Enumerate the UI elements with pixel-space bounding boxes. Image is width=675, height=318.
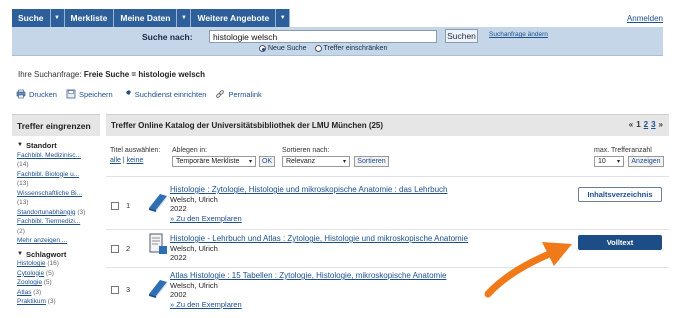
result-toolbar: Drucken Speichern Suchdienst einrichten … [16,89,262,99]
triangle-down-icon: ▼ [17,250,23,257]
sidebar-heading: Treffer eingrenzen [12,114,100,136]
table-of-contents-button[interactable]: Inhaltsverzeichnis [578,187,662,202]
facet-entry[interactable]: Praktikum (3) [17,297,95,307]
sort-button[interactable]: Sortieren [354,156,389,167]
result-checkbox[interactable] [111,286,119,294]
facet-entry[interactable]: Atlas (3) [17,288,95,298]
nav-suche[interactable]: Suche [12,9,51,27]
max-results-select[interactable]: 10 ▾ [594,156,624,167]
pager-page-2[interactable]: 2 [644,120,648,129]
search-input[interactable] [209,30,437,43]
results-panel: Treffer Online Katalog der Universitätsb… [106,114,669,318]
radio-empty-icon [314,45,322,52]
pager-prev[interactable]: « [629,120,633,129]
save-button[interactable]: Speichern [66,89,113,99]
book-icon [149,194,167,212]
radio-selected-icon [259,45,266,52]
ebook-icon [149,233,167,254]
current-query: Ihre Suchanfrage: Freie Suche = histolog… [18,70,205,79]
facet-standort[interactable]: ▼ Standort [17,141,95,151]
result-row: 3 Atlas Histologie : 15 Tabellen : Zytol… [106,267,669,309]
sort-label: Sortieren nach: [282,147,330,154]
max-results-label: max. Trefferanzahl [594,147,652,154]
facet-entry[interactable]: Wissenschaftliche Bi... [17,189,95,199]
triangle-down-icon: ▼ [17,142,23,148]
chevron-down-icon[interactable]: ▼ [276,9,291,27]
change-query-link[interactable]: Suchanfrage ändern [489,31,548,38]
chevron-down-icon: ▾ [248,159,252,165]
pagination: « 1 2 3 » [629,120,663,129]
result-checkbox[interactable] [111,202,119,210]
store-select[interactable]: Temporäre Merkliste ▾ [172,156,256,167]
query-text: Freie Suche = histologie welsch [83,70,205,79]
facet-sidebar: Treffer eingrenzen ▼ Standort Fachbibl. M… [12,114,100,318]
copies-link[interactable]: » Zu den Exemplaren [170,300,242,309]
result-title-link[interactable]: Histologie : Zytologie, Histologie und m… [170,185,447,194]
show-button[interactable]: Anzeigen [628,156,664,167]
sort-select[interactable]: Relevanz ▾ [282,156,350,167]
facet-schlagwort[interactable]: ▼ Schlagwort [17,250,95,260]
copies-link[interactable]: » Zu den Exemplaren [170,214,242,223]
pager-page-3[interactable]: 3 [651,120,655,129]
result-title-link[interactable]: Histologie - Lehrbuch und Atlas : Zytolo… [170,234,468,243]
nav-weitere-angebote[interactable]: Weitere Angebote [191,9,277,27]
result-title-link[interactable]: Atlas Histologie : 15 Tabellen : Zytolog… [170,271,446,280]
nav-meine-daten[interactable]: Meine Daten [114,9,178,27]
more-facets-link[interactable]: Mehr anzeigen ... [17,237,67,244]
facet-entry[interactable]: Cytologie (5) [17,269,95,279]
select-label: Titel auswählen: [110,147,161,154]
search-label: Suche nach: [142,32,193,42]
top-navigation: Suche ▼ Merkliste Meine Daten ▼ Weitere … [12,9,663,27]
pager-next[interactable]: » [659,120,663,129]
select-all-link[interactable]: alle [110,157,121,164]
result-checkbox[interactable] [111,245,119,253]
save-icon [66,89,76,99]
store-label: Ablegen in: [172,147,208,154]
printer-icon [16,89,26,99]
facet-entry[interactable]: Standortunabhängig (3) [17,208,95,218]
permalink-button[interactable]: Permalink [215,89,262,99]
select-none-link[interactable]: keine [127,157,144,164]
radio-refine-search[interactable]: Treffer einschränken [314,45,387,52]
result-row: 1 Histologie : Zytologie, Histologie und… [106,176,669,223]
chevron-down-icon: ▾ [342,159,346,165]
chevron-down-icon[interactable]: ▼ [177,9,192,27]
search-button[interactable]: Suchen [445,29,478,43]
results-heading: Treffer Online Katalog der Universitätsb… [106,114,669,136]
chevron-down-icon[interactable]: ▼ [50,9,65,27]
result-row: 2 Histologie - Lehrbuch und Atlas : Zyto… [106,229,669,271]
pin-icon [123,90,131,97]
annotation-arrow-icon [484,242,572,298]
facet-entry[interactable]: Fachbibl. Tiermedizi... [17,217,95,227]
facet-entry[interactable]: Zoologie (5) [17,278,95,288]
facet-entry[interactable]: Histologie (16) [17,259,95,269]
store-ok-button[interactable]: OK [259,156,275,167]
nav-merkliste[interactable]: Merkliste [64,9,115,27]
search-bar: Suche nach: Suchen Suchanfrage ändern Ne… [12,27,663,56]
pager-page-1: 1 [636,120,641,129]
fulltext-button[interactable]: Volltext [578,235,662,250]
link-icon [216,90,225,98]
radio-new-search[interactable]: Neue Suche [259,45,307,52]
login-link[interactable]: Anmelden [627,14,663,23]
facet-entry[interactable]: Fachbibl. Medizinisc... [17,151,95,161]
book-icon [149,280,167,298]
chevron-down-icon: ▾ [616,159,620,165]
facet-entry[interactable]: Fachbibl. Biologie u... [17,170,95,180]
print-button[interactable]: Drucken [16,89,57,99]
search-alert-button[interactable]: Suchdienst einrichten [122,89,206,99]
